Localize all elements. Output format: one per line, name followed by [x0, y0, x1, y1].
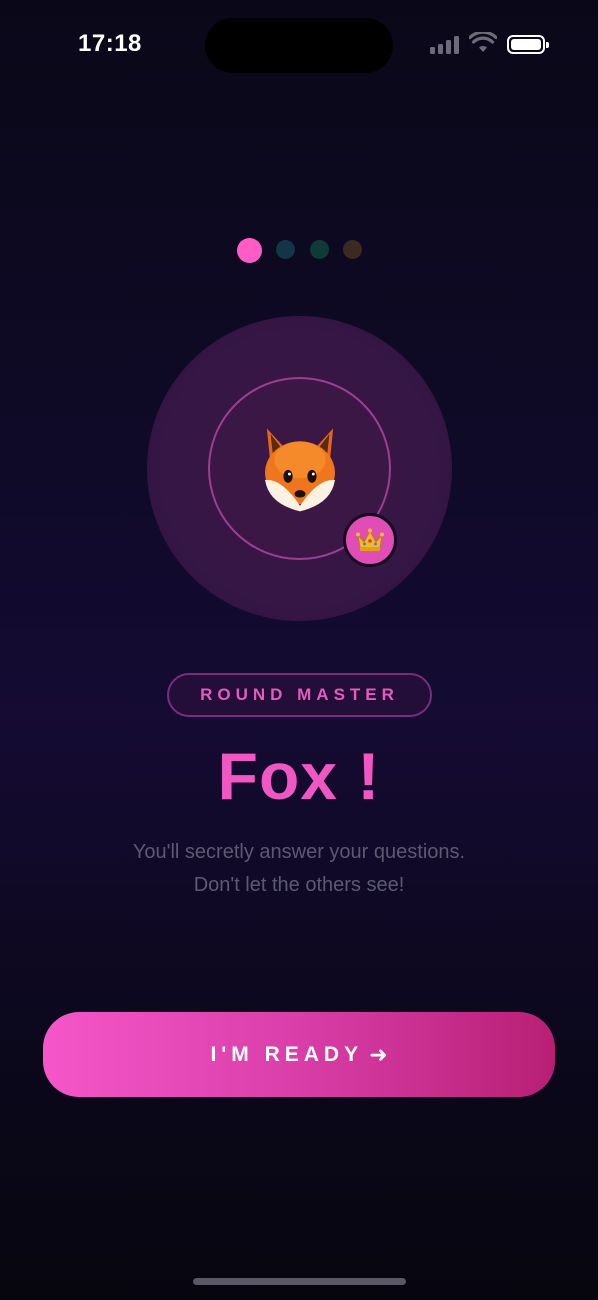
- progress-dots: [0, 236, 598, 266]
- dynamic-island: [205, 18, 393, 73]
- home-indicator[interactable]: [193, 1278, 406, 1285]
- fox-emoji-icon: [264, 428, 335, 511]
- instruction-line-1: You'll secretly answer your questions.: [132, 841, 466, 863]
- progress-dot-1: [237, 238, 262, 263]
- cellular-signal-icon: [430, 34, 460, 54]
- wifi-icon: [469, 32, 497, 52]
- crown-badge: [343, 513, 397, 567]
- progress-dot-4: [343, 240, 362, 259]
- player-name: Fox !: [217, 739, 381, 813]
- ready-button-label: I'M READY: [210, 1042, 364, 1066]
- status-time: 17:18: [78, 30, 142, 57]
- status-bar: 17:18: [0, 0, 598, 90]
- progress-dot-2: [276, 240, 295, 259]
- instruction-line-2: Don't let the others see!: [193, 874, 405, 896]
- role-badge: ROUND MASTER: [167, 673, 432, 717]
- instructions-text: You'll secretly answer your questions. D…: [0, 836, 598, 902]
- arrow-right-icon: ➜: [369, 1041, 388, 1067]
- progress-dot-3: [310, 240, 329, 259]
- battery-icon: [507, 35, 549, 54]
- crown-icon: [356, 528, 384, 551]
- ready-button[interactable]: I'M READY ➜: [43, 1012, 555, 1097]
